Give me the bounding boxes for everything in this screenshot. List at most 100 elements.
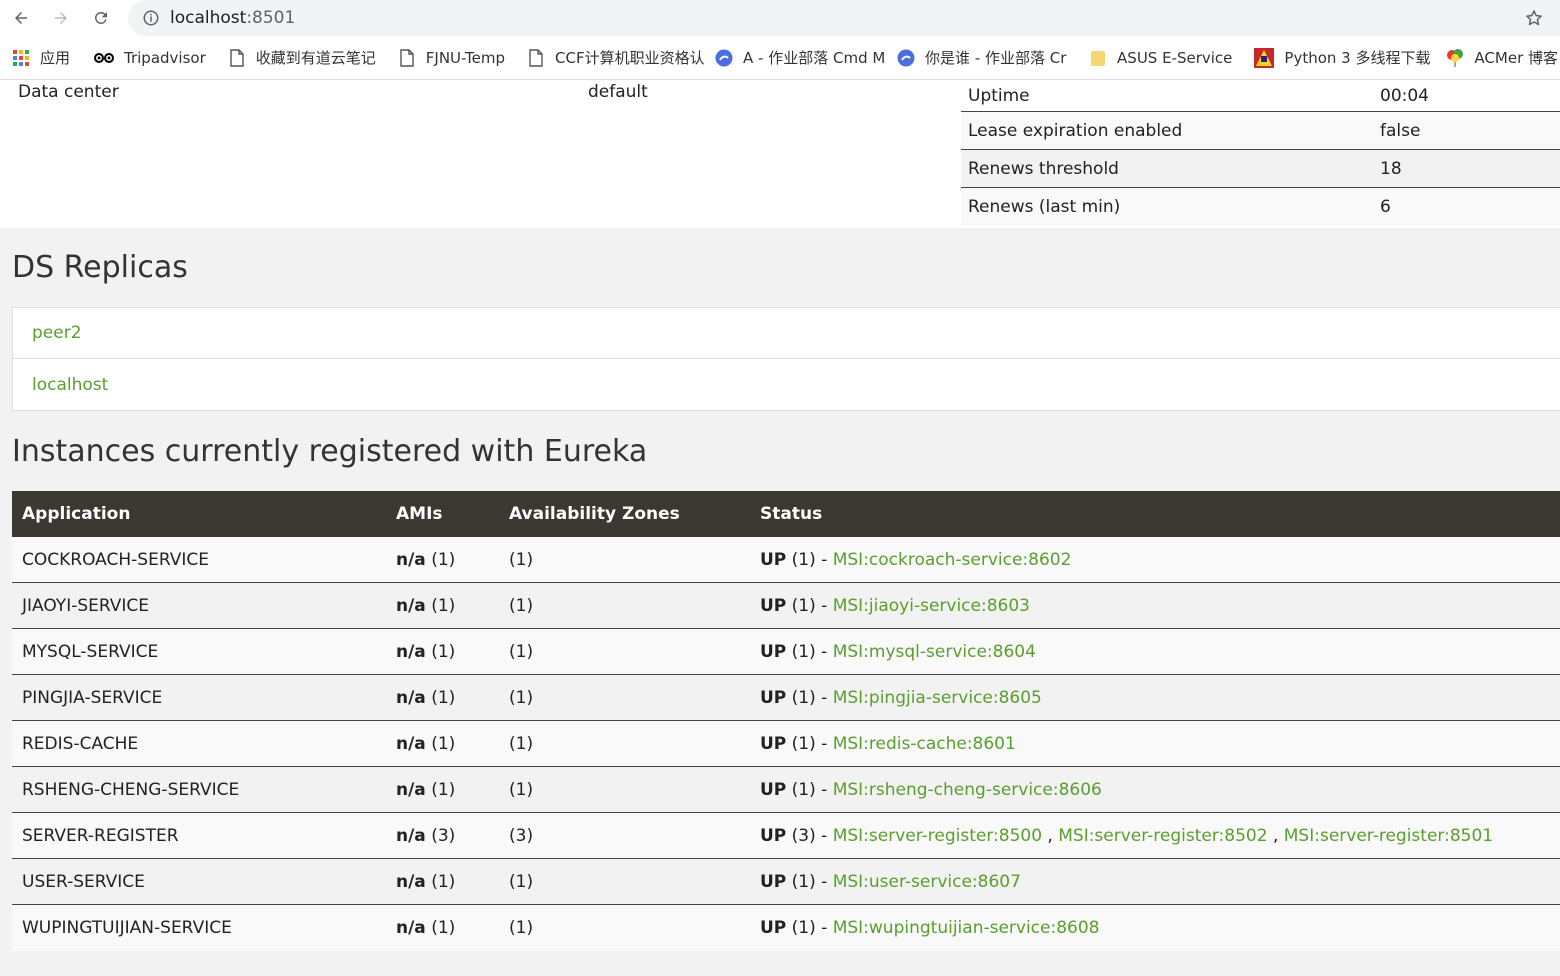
stat-key: Uptime [968,85,1030,106]
url-text: localhost:8501 [170,8,295,28]
stat-key: Renews threshold [968,158,1119,179]
tripadvisor-owl-icon [94,49,115,67]
instances-heading: Instances currently registered with Eure… [12,434,648,469]
status-count: (1) - [791,641,828,662]
status-count: (1) - [791,733,828,754]
ami-count: (3) [431,825,456,846]
page-icon [527,48,545,67]
status-cell: UP (1) - MSI:wupingtuijian-service:8608 [751,918,1560,938]
bookmark-cmd-a[interactable]: A - 作业部落 Cmd M [707,47,891,68]
status-count: (1) - [791,549,828,570]
ami-cell: n/a (1) [387,642,500,662]
bookmark-acmer[interactable]: ACMer 博客 [1434,47,1560,68]
cmd-markdown-icon [897,49,915,67]
bookmark-label: ACMer 博客 [1474,49,1558,67]
instance-link[interactable]: MSI:server-register:8500 [833,826,1042,846]
status-count: (3) - [791,825,828,846]
instance-link[interactable]: MSI:redis-cache:8601 [833,734,1016,754]
stats-row-renews: Renews (last min) 6 [961,188,1560,226]
instance-link[interactable]: MSI:server-register:8502 [1058,826,1267,846]
status-value: UP [760,825,787,846]
ami-value: n/a [396,871,426,892]
table-row: WUPINGTUIJIAN-SERVICE n/a (1) (1) UP (1) - … [12,905,1560,951]
bookmark-tripadvisor[interactable]: Tripadvisor [78,49,214,67]
ami-cell: n/a (1) [387,596,500,616]
bookmark-label: Python 3 多线程下载 [1284,49,1431,67]
address-bar[interactable]: localhost:8501 [128,0,1560,36]
table-header: Application AMIs Availability Zones Stat… [12,491,1560,537]
ami-count: (1) [431,549,456,570]
stat-value: 00:04 [1380,85,1429,106]
stat-value: 6 [1380,197,1391,217]
bookmark-label: 收藏到有道云笔记 [255,49,376,67]
table-row: REDIS-CACHE n/a (1) (1) UP (1) - MSI:redis-… [12,721,1560,767]
status-count: (1) - [791,871,828,892]
bookmark-asus[interactable]: ASUS E-Service [1083,49,1240,67]
ami-value: n/a [396,549,426,570]
status-count: (1) - [791,918,828,938]
bookmark-cmd-b[interactable]: 你是谁 - 作业部落 Cr [891,47,1083,68]
instance-link[interactable]: MSI:mysql-service:8604 [833,642,1036,662]
instance-link[interactable]: MSI:jiaoyi-service:8603 [833,596,1030,616]
status-value: UP [760,779,787,800]
instance-link[interactable]: MSI:server-register:8501 [1284,826,1493,846]
site-info-icon[interactable] [142,9,160,27]
ami-cell: n/a (1) [387,872,500,892]
application-name: PINGJIA-SERVICE [22,687,163,708]
zones-cell: (1) [509,641,534,662]
table-body: COCKROACH-SERVICE n/a (1) (1) UP (1) - MSI:… [12,537,1560,951]
stats-row-uptime: Uptime 00:04 [961,80,1560,112]
instance-link[interactable]: MSI:rsheng-cheng-service:8606 [833,780,1102,800]
status-cell: UP (1) - MSI:user-service:8607 [751,872,1560,892]
bookmark-label: A - 作业部落 Cmd M [743,49,886,67]
ami-cell: n/a (1) [387,780,500,800]
bookmarks-bar: 应用 Tripadvisor 收藏到有道云笔记 FJNU-Temp CCF计算机… [0,36,1560,80]
ami-cell: n/a (1) [387,688,500,708]
bookmark-fjnu[interactable]: FJNU-Temp [384,49,513,67]
application-name: REDIS-CACHE [22,733,139,754]
replica-link[interactable]: peer2 [13,308,1560,359]
replicas-heading: DS Replicas [12,250,188,285]
table-row: JIAOYI-SERVICE n/a (1) (1) UP (1) - MSI:jia… [12,583,1560,629]
forward-icon[interactable] [46,3,76,33]
status-value: UP [760,549,787,570]
table-row: PINGJIA-SERVICE n/a (1) (1) UP (1) - MSI:pi… [12,675,1560,721]
replica-link[interactable]: localhost [13,359,1560,410]
application-name: MYSQL-SERVICE [22,641,159,662]
bookmark-python[interactable]: Python 3 多线程下载 [1240,47,1434,68]
instance-link[interactable]: MSI:pingjia-service:8605 [833,688,1042,708]
zones-cell: (1) [509,733,534,754]
bookmark-youdao[interactable]: 收藏到有道云笔记 [214,47,384,68]
ami-value: n/a [396,595,426,616]
ami-count: (1) [431,871,456,892]
status-value: UP [760,733,787,754]
header-status: Status [760,504,823,524]
data-center-label: Data center [18,82,119,102]
bookmark-label: 你是谁 - 作业部落 Cr [925,49,1067,67]
application-name: COCKROACH-SERVICE [22,549,209,570]
bookmark-star-icon[interactable] [1524,8,1544,28]
balloon-icon [1446,48,1464,67]
instance-link[interactable]: MSI:cockroach-service:8602 [833,550,1072,570]
status-value: UP [760,918,787,938]
bookmark-ccf[interactable]: CCF计算机职业资格认 [513,47,707,68]
cmd-markdown-icon [715,49,733,67]
zones-cell: (1) [509,918,534,938]
instance-link[interactable]: MSI:user-service:8607 [833,872,1021,892]
header-application: Application [22,504,131,524]
status-count: (1) - [791,595,828,616]
back-icon[interactable] [6,3,36,33]
application-name: USER-SERVICE [22,871,145,892]
instance-link[interactable]: MSI:wupingtuijian-service:8608 [833,918,1100,938]
url-port: :8501 [246,8,296,28]
ami-value: n/a [396,641,426,662]
stat-key: Renews (last min) [968,197,1121,217]
table-row: SERVER-REGISTER n/a (3) (3) UP (3) - MSI:se… [12,813,1560,859]
status-value: UP [760,687,787,708]
ami-count: (1) [431,687,456,708]
apps-grid-icon [12,49,30,67]
bookmark-apps[interactable]: 应用 [0,47,78,68]
reload-icon[interactable] [86,3,116,33]
ami-cell: n/a (1) [387,550,500,570]
status-cell: UP (1) - MSI:pingjia-service:8605 [751,688,1560,708]
